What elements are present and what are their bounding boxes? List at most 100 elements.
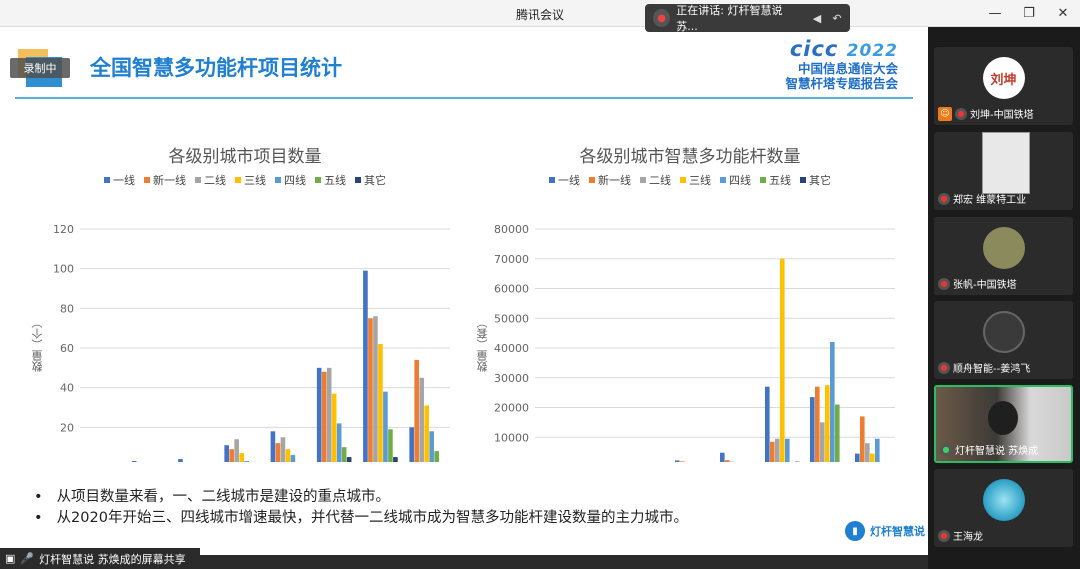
bar <box>780 258 785 462</box>
bar <box>336 423 342 462</box>
shared-slide: 录制中 全国智慧多功能杆项目统计 cicc 2022 中国信息通信大会 智慧杆塔… <box>0 27 928 555</box>
speaking-controls: ◀ ↶ <box>808 9 850 27</box>
participant-tile[interactable]: ● 王海龙 <box>934 469 1073 547</box>
slide-title: 全国智慧多功能杆项目统计 <box>90 56 342 80</box>
bar <box>770 441 775 462</box>
bar <box>765 386 770 462</box>
participant-tile-active[interactable]: ● 灯杆智慧说 苏焕成 <box>934 385 1073 463</box>
slide-bullets: • 从项目数量来看，一、二线城市是建设的重点城市。 • 从2020年开始三、四线城市… <box>34 487 688 529</box>
close-icon[interactable]: ✕ <box>1046 0 1080 27</box>
bar <box>675 460 680 462</box>
participant-tile[interactable]: 刘坤 ☺ ● 刘坤-中国铁塔 <box>934 47 1073 125</box>
y-tick-label: 100 <box>53 263 74 276</box>
mic-muted-icon: ● <box>938 361 950 374</box>
expand-icon[interactable]: ◀ <box>808 9 826 27</box>
y-tick-label: 20000 <box>494 402 529 415</box>
event-branding: cicc 2022 中国信息通信大会 智慧杆塔专题报告会 <box>785 37 898 91</box>
bar <box>680 461 685 462</box>
y-tick-label: 80000 <box>494 223 529 236</box>
y-tick-label: 40 <box>60 382 74 395</box>
bar <box>346 457 352 462</box>
title-bar: 腾讯会议 — ❐ ✕ <box>0 0 1080 27</box>
participant-name: 灯杆智慧说 苏焕成 <box>955 446 1039 457</box>
bar <box>341 447 347 462</box>
bar <box>424 405 429 462</box>
y-tick-label: 0 <box>67 461 74 462</box>
bar <box>720 452 725 462</box>
y-tick-label: 0 <box>522 461 529 462</box>
mic-muted-icon: ● <box>938 277 950 290</box>
pole-count-chart: 各级别城市智慧多功能杆数量 一线新一线二线三线四线五线其它 数量（套） 0100… <box>475 142 905 462</box>
bar <box>321 371 327 462</box>
project-count-chart: 各级别城市项目数量 一线新一线二线三线四线五线其它 数量（个） 02040608… <box>30 142 460 462</box>
participant-tile[interactable]: ● 郑宏 维蒙特工业 <box>934 132 1073 210</box>
bar <box>388 429 393 462</box>
bar <box>855 453 860 462</box>
bar <box>244 461 249 462</box>
bar <box>409 427 414 462</box>
avatar <box>982 227 1025 269</box>
participant-tile[interactable]: ● 张帆-中国铁塔 <box>934 217 1073 295</box>
bullet-item: • 从2020年开始三、四线城市增速最快，并代替一二线城市成为智慧多功能杆建设数量… <box>34 510 688 526</box>
participant-name: 王海龙 <box>953 532 983 543</box>
y-tick-label: 120 <box>53 223 74 236</box>
chart-plot: 0204060801001202015201620172018201920202… <box>53 223 450 462</box>
bar <box>860 416 865 462</box>
minimize-icon[interactable]: — <box>978 0 1012 27</box>
screen-share-icon: ▣ <box>5 552 16 565</box>
bar <box>825 385 830 462</box>
bar <box>178 459 183 462</box>
bar <box>280 437 286 462</box>
avatar: 刘坤 <box>982 57 1025 99</box>
bar <box>229 449 234 462</box>
participant-sidebar: 刘坤 ☺ ● 刘坤-中国铁塔 ● 郑宏 维蒙特工业 ● 张帆-中国铁塔 ● 顺舟智能--姜… <box>928 27 1080 569</box>
event-name: 中国信息通信大会 <box>797 61 898 76</box>
bar <box>810 397 815 462</box>
restore-icon[interactable]: ❐ <box>1012 0 1046 27</box>
mic-muted-icon: ● <box>955 107 967 120</box>
bar <box>131 461 137 462</box>
y-tick-label: 50000 <box>494 312 529 325</box>
brand-footer: ▮ 灯杆智慧说 <box>845 521 925 541</box>
bar <box>239 453 244 462</box>
event-session: 智慧杆塔专题报告会 <box>785 76 898 91</box>
participant-name: 郑宏 维蒙特工业 <box>953 195 1027 206</box>
bar <box>419 377 424 462</box>
y-tick-label: 80 <box>60 302 74 315</box>
bar <box>785 438 790 462</box>
participant-tile[interactable]: ● 顺舟智能--姜鸿飞 <box>934 301 1073 379</box>
bar <box>285 449 291 462</box>
app-title: 腾讯会议 <box>515 8 564 22</box>
bar <box>224 445 229 462</box>
bar <box>820 422 825 462</box>
back-icon[interactable]: ↶ <box>828 9 846 27</box>
mic-muted-icon: ● <box>938 529 950 542</box>
bar <box>383 391 388 462</box>
bar <box>429 431 434 462</box>
window-controls: — ❐ ✕ <box>978 0 1080 27</box>
avatar <box>982 479 1025 521</box>
speaker-silhouette <box>988 401 1018 435</box>
bar <box>378 344 383 462</box>
y-tick-label: 40000 <box>494 342 529 355</box>
bar <box>414 359 419 462</box>
bar <box>316 367 322 462</box>
bar <box>275 443 281 462</box>
bar <box>815 386 820 462</box>
bar <box>865 443 870 462</box>
y-tick-label: 60 <box>60 342 74 355</box>
bar <box>434 451 439 462</box>
participant-name: 顺舟智能--姜鸿飞 <box>953 364 1031 375</box>
mic-on-icon: ● <box>940 443 952 456</box>
bar <box>775 438 780 462</box>
bullet-item: • 从项目数量来看，一、二线城市是建设的重点城市。 <box>34 489 391 505</box>
recording-badge: 录制中 <box>10 58 70 78</box>
bar <box>870 453 875 462</box>
brand-logo-icon: ▮ <box>845 521 865 541</box>
mic-muted-icon: ● <box>653 9 671 27</box>
bar <box>331 393 337 462</box>
screen-share-bar[interactable]: ▣ 🎤 灯杆智慧说 苏焕成的屏幕共享 <box>0 548 200 569</box>
y-tick-label: 20 <box>60 421 74 434</box>
participant-name: 张帆-中国铁塔 <box>953 280 1017 291</box>
speaking-text: 正在讲话: 灯杆智慧说 苏... <box>676 4 783 33</box>
